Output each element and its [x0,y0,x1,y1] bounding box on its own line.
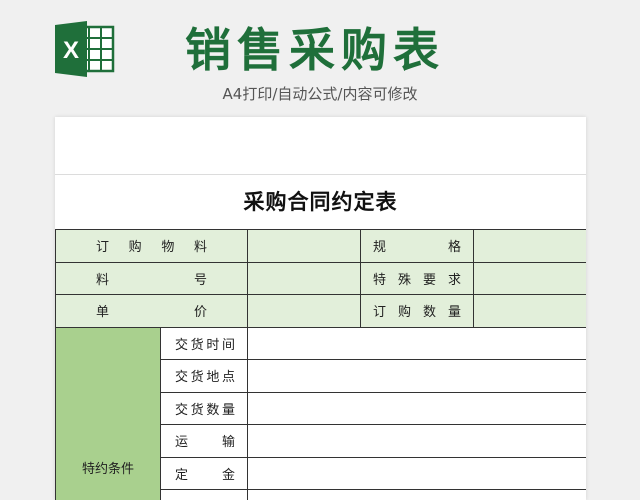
label-char: 数 [206,402,220,418]
label-char: 单 [96,305,110,321]
label-char: 地 [206,370,220,386]
label-char: 点 [221,370,235,386]
excel-logo-letter: X [63,37,79,64]
field-label: 订购数量 [360,294,474,328]
label-char: 交 [175,337,189,353]
label-char: 量 [447,305,461,321]
label-char: 要 [422,272,436,288]
term-value-cell[interactable] [247,424,586,458]
spreadsheet-sheet: 采购合同约定表 订购物料规格料号特殊要求单价订购数量特约条件交货时间交货地点交货… [55,117,586,500]
label-char: 交 [175,402,189,418]
label-char: 规 [373,240,387,256]
table-row: 料号特殊要求 [55,261,586,295]
label-char: 购 [128,240,142,256]
excel-icon: X [55,21,115,77]
header: X 销售采购表 A4打印/自动公式/内容可修改 [0,0,640,115]
term-value-cell[interactable] [247,489,586,500]
special-terms-label: 特约条件 [55,326,161,500]
label-char: 时 [206,337,220,353]
sheet-blank-area [55,117,586,175]
label-char: 数 [422,305,436,321]
field-label: 订购物料 [55,229,248,263]
label-char: 料 [96,272,110,288]
term-label: 定金 [160,456,248,490]
term-value-cell[interactable] [247,391,586,425]
field-value-cell[interactable] [247,261,361,295]
label-char: 订 [373,305,387,321]
label-char: 量 [221,402,235,418]
table-row: 特约条件交货时间 [55,326,586,500]
label-char: 物 [161,240,175,256]
label-char: 订 [96,240,110,256]
contract-table: 订购物料规格料号特殊要求单价订购数量特约条件交货时间交货地点交货数量运输定金 [55,229,586,500]
term-label: 交货数量 [160,391,248,425]
term-label: 交货地点 [160,359,248,393]
label-char: 货 [190,337,204,353]
label-char: 货 [190,402,204,418]
label-char: 间 [221,337,235,353]
label-char: 料 [193,240,207,256]
label-char: 殊 [397,272,411,288]
label-char: 号 [193,272,207,288]
label-char: 购 [397,305,411,321]
page-subtitle: A4打印/自动公式/内容可修改 [222,85,418,103]
field-label: 特殊要求 [360,261,474,295]
term-value-cell[interactable] [247,326,586,360]
document-title: 采购合同约定表 [243,190,398,214]
special-terms-text: 特约条件 [81,461,134,477]
label-char: 运 [175,435,189,451]
field-value-cell[interactable] [247,229,361,263]
label-char: 交 [175,370,189,386]
label-char: 货 [190,370,204,386]
label-char: 价 [193,305,207,321]
term-value-cell[interactable] [247,359,586,393]
term-label [160,489,248,500]
label-char: 格 [447,240,461,256]
table-row: 单价订购数量 [55,294,586,328]
field-value-cell[interactable] [473,294,586,328]
term-label: 交货时间 [160,326,248,360]
page-title: 销售采购表 [185,23,445,77]
label-char: 金 [221,467,235,483]
field-value-cell[interactable] [247,294,361,328]
field-label: 料号 [55,261,248,295]
term-label: 运输 [160,424,248,458]
label-char: 特 [373,272,387,288]
label-char: 定 [175,467,189,483]
label-char: 求 [447,272,461,288]
field-label: 单价 [55,294,248,328]
label-char: 输 [221,435,235,451]
table-row: 订购物料规格 [55,229,586,263]
field-value-cell[interactable] [473,229,586,263]
field-value-cell[interactable] [473,261,586,295]
field-label: 规格 [360,229,474,263]
term-value-cell[interactable] [247,456,586,490]
